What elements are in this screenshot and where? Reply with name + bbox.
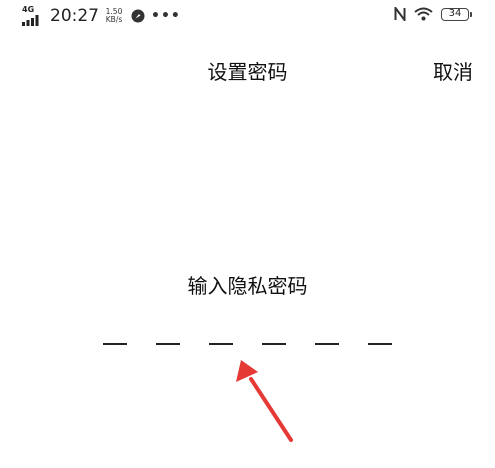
red-arrow-icon — [236, 360, 293, 442]
